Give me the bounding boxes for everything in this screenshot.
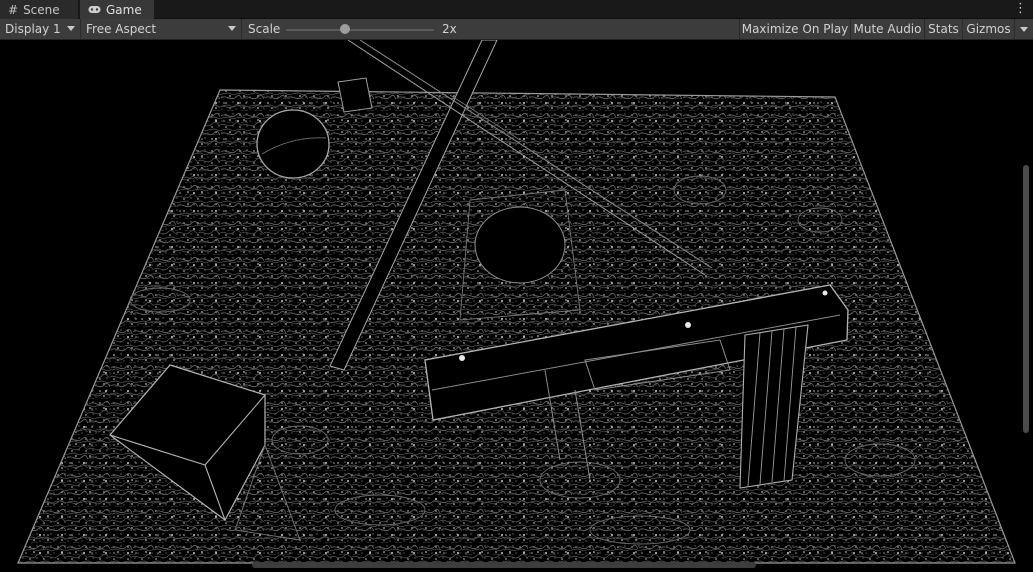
tab-game-label: Game <box>106 2 142 17</box>
tab-game[interactable]: Game <box>80 0 154 19</box>
gamepad-icon <box>88 3 101 17</box>
maximize-on-play-button[interactable]: Maximize On Play <box>739 19 850 39</box>
sphere-object <box>256 109 330 179</box>
mute-audio-button[interactable]: Mute Audio <box>850 19 924 39</box>
game-toolbar: Display 1 Free Aspect Scale 2x Maximize … <box>0 19 1033 40</box>
tab-bar: # Scene Game ⋮ <box>0 0 1033 19</box>
display-dropdown-label: Display 1 <box>5 22 61 36</box>
vertical-scrollbar[interactable] <box>1023 165 1029 433</box>
gizmos-button[interactable]: Gizmos <box>962 19 1014 39</box>
grid-icon: # <box>8 2 19 17</box>
ground-plane <box>18 90 1015 563</box>
edge-detect-render <box>17 40 1016 564</box>
aspect-dropdown-label: Free Aspect <box>86 22 157 36</box>
game-viewport[interactable] <box>0 40 1033 572</box>
more-options-icon[interactable]: ⋮ <box>1014 2 1027 16</box>
scale-label: Scale <box>248 22 281 36</box>
horizontal-scrollbar[interactable] <box>252 562 756 568</box>
scale-value: 2x <box>442 22 457 36</box>
tab-scene-label: Scene <box>23 2 60 17</box>
gizmos-dropdown-button[interactable] <box>1014 19 1033 39</box>
tab-scene[interactable]: # Scene <box>0 0 79 19</box>
scale-slider-thumb[interactable] <box>340 24 351 34</box>
stats-button[interactable]: Stats <box>924 19 962 39</box>
display-dropdown[interactable]: Display 1 <box>0 19 81 39</box>
aspect-dropdown[interactable]: Free Aspect <box>81 19 242 39</box>
chevron-down-icon <box>1020 26 1028 32</box>
scale-slider-track[interactable] <box>286 29 434 31</box>
small-cube-object <box>337 77 373 113</box>
chevron-down-icon <box>67 26 75 31</box>
chevron-down-icon <box>228 26 236 31</box>
